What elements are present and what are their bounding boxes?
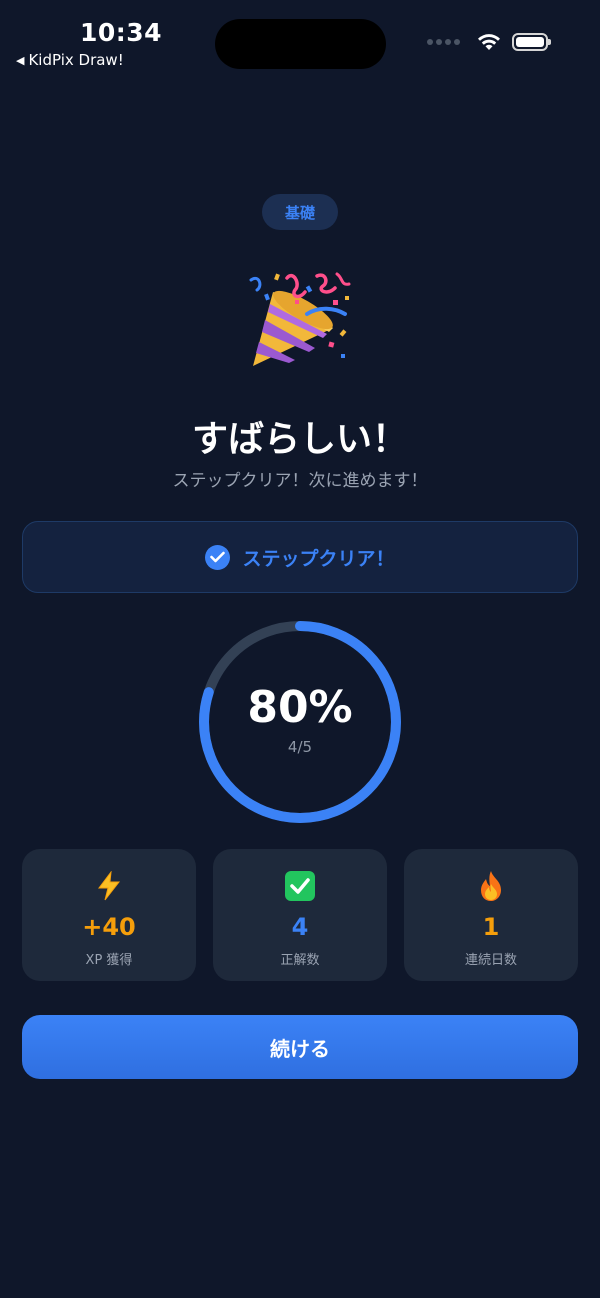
category-badge: 基礎 xyxy=(262,194,338,230)
party-popper-icon xyxy=(249,272,351,366)
stat-card-xp: +40 XP 獲得 xyxy=(22,849,196,981)
wifi-icon xyxy=(478,34,500,50)
back-arrow-icon: ◀ xyxy=(16,53,25,67)
progress-fraction: 4/5 xyxy=(287,738,313,756)
check-circle-icon xyxy=(205,544,231,570)
battery-icon xyxy=(512,33,551,51)
stat-label-correct: 正解数 xyxy=(280,953,320,968)
success-headline: すばらしい！ xyxy=(191,419,408,460)
success-subline: ステップクリア！次に進めます！ xyxy=(172,471,428,491)
step-clear-banner: ステップクリア！ xyxy=(22,521,578,593)
stat-value-correct: 4 xyxy=(291,913,309,941)
fire-icon xyxy=(474,869,508,903)
stat-label-streak: 連続日数 xyxy=(464,953,517,968)
back-app-label: KidPix Draw! xyxy=(28,51,124,69)
check-mark-icon xyxy=(283,869,317,903)
cellular-signal-icon xyxy=(427,39,460,45)
continue-button[interactable]: 続ける xyxy=(22,1015,578,1079)
status-indicators xyxy=(427,32,551,52)
back-to-app-link[interactable]: ◀ KidPix Draw! xyxy=(16,51,124,69)
stat-card-correct: 4 正解数 xyxy=(213,849,387,981)
lightning-icon xyxy=(92,869,126,903)
stat-label-xp: XP 獲得 xyxy=(85,953,133,968)
status-time: 10:34 xyxy=(80,18,163,47)
progress-percent: 80% xyxy=(247,682,353,733)
step-clear-label: ステップクリア！ xyxy=(242,547,395,570)
dynamic-island xyxy=(215,19,386,69)
stat-value-streak: 1 xyxy=(482,913,500,941)
stat-card-streak: 1 連続日数 xyxy=(404,849,578,981)
stats-row: +40 XP 獲得 4 正解数 1 連続日数 xyxy=(22,849,578,981)
stat-value-xp: +40 xyxy=(82,913,136,941)
